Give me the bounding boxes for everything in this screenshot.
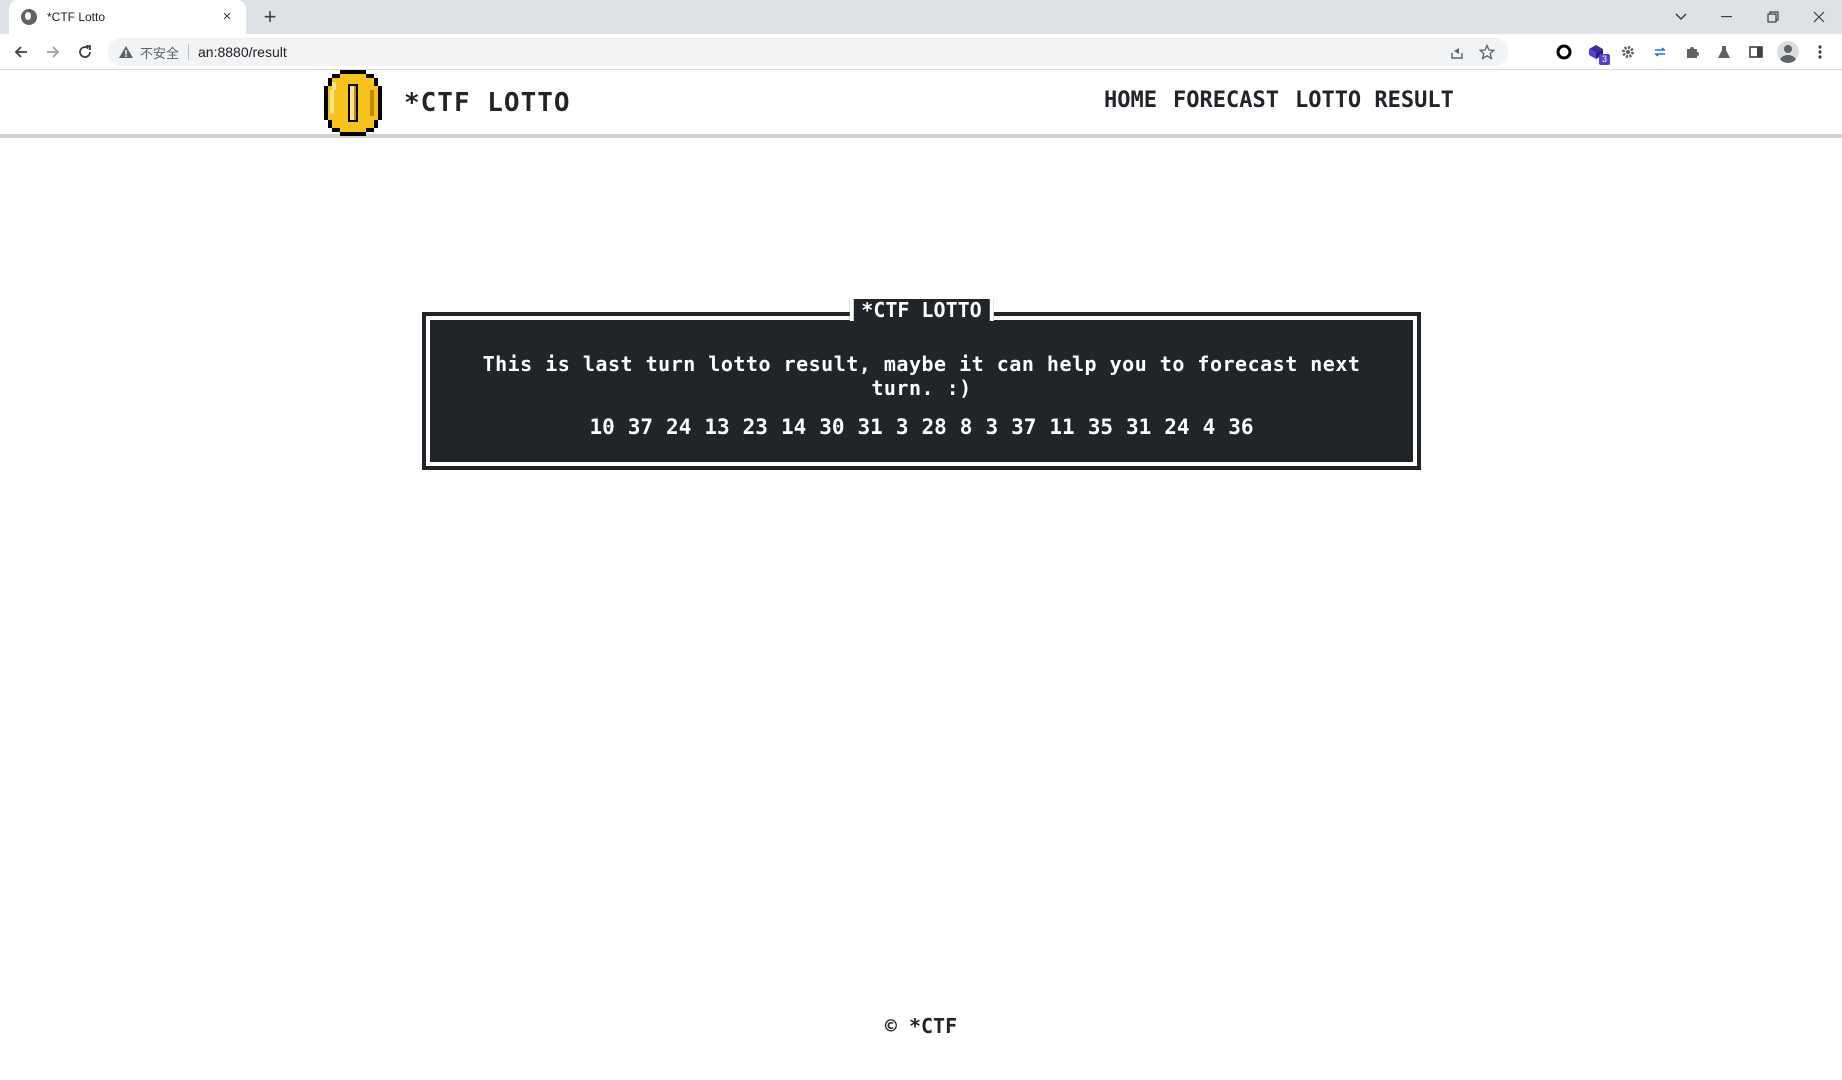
lotto-number: 4 bbox=[1202, 415, 1216, 439]
lotto-number: 31 bbox=[1125, 415, 1152, 439]
window-controls bbox=[1658, 0, 1842, 34]
lotto-number: 24 bbox=[666, 415, 692, 439]
coin-logo-icon[interactable] bbox=[322, 70, 384, 136]
lotto-result-inner: *CTF LOTTO This is last turn lotto resul… bbox=[430, 299, 1413, 462]
browser-toolbar: 不安全 an:8880/result 3 bbox=[0, 34, 1842, 70]
extension-badge: 3 bbox=[1599, 54, 1610, 65]
share-icon[interactable] bbox=[1442, 42, 1472, 62]
new-tab-button[interactable]: + bbox=[256, 4, 284, 30]
menu-kebab-icon[interactable] bbox=[1804, 38, 1836, 66]
extension-cube-icon[interactable]: 3 bbox=[1580, 38, 1612, 66]
browser-tab[interactable]: *CTF Lotto × bbox=[9, 0, 246, 34]
lotto-number: 37 bbox=[627, 415, 654, 439]
lotto-number: 28 bbox=[921, 415, 947, 439]
nav-link-lotto-result[interactable]: LOTTO RESULT bbox=[1295, 88, 1454, 113]
extension-gear-icon[interactable] bbox=[1612, 38, 1644, 66]
panel-title: *CTF LOTTO bbox=[849, 299, 994, 321]
lotto-number: 24 bbox=[1164, 415, 1190, 439]
tab-title: *CTF Lotto bbox=[47, 10, 106, 24]
side-panel-icon[interactable] bbox=[1740, 38, 1772, 66]
lotto-number: 35 bbox=[1087, 415, 1113, 439]
reload-icon[interactable] bbox=[71, 38, 99, 66]
extension-sync-icon[interactable] bbox=[1644, 38, 1676, 66]
security-label[interactable]: 不安全 bbox=[140, 43, 179, 62]
lotto-numbers: 10 37 24 13 23 14 30 31 3 28 8 3 37 11 35 31 24 4 36 bbox=[430, 415, 1413, 439]
lotto-number: 31 bbox=[857, 415, 883, 439]
labs-flask-icon[interactable] bbox=[1708, 38, 1740, 66]
site-header: *CTF LOTTO HOME FORECAST LOTTO RESULT bbox=[0, 70, 1842, 138]
tab-close-icon[interactable]: × bbox=[218, 8, 236, 26]
tab-search-icon[interactable] bbox=[1658, 0, 1704, 34]
avatar-icon bbox=[1777, 41, 1799, 63]
minimize-icon[interactable] bbox=[1704, 0, 1750, 34]
nav-link-home[interactable]: HOME bbox=[1104, 88, 1157, 113]
omnibox-actions bbox=[1442, 42, 1502, 62]
extensions-puzzle-icon[interactable] bbox=[1676, 38, 1708, 66]
lotto-number: 3 bbox=[985, 415, 999, 439]
result-message: This is last turn lotto result, maybe it… bbox=[482, 352, 1361, 400]
lotto-number: 14 bbox=[780, 415, 807, 439]
site-nav: HOME FORECAST LOTTO RESULT bbox=[1104, 88, 1454, 113]
nav-link-forecast[interactable]: FORECAST bbox=[1173, 88, 1279, 113]
lotto-result-panel: *CTF LOTTO This is last turn lotto resul… bbox=[422, 299, 1421, 470]
lotto-number: 8 bbox=[959, 415, 973, 439]
lotto-number: 3 bbox=[895, 415, 909, 439]
lotto-number: 11 bbox=[1049, 415, 1075, 439]
address-bar[interactable]: 不安全 an:8880/result bbox=[108, 38, 1508, 66]
restore-icon[interactable] bbox=[1750, 0, 1796, 34]
omnibox-divider bbox=[188, 44, 190, 60]
url-text[interactable]: an:8880/result bbox=[198, 44, 287, 60]
lotto-number: 37 bbox=[1011, 415, 1037, 439]
browser-tabstrip: *CTF Lotto × + bbox=[0, 0, 1842, 34]
globe-icon bbox=[21, 9, 37, 25]
extensions-area: 3 bbox=[1548, 38, 1836, 66]
bookmark-star-icon[interactable] bbox=[1472, 42, 1502, 62]
lotto-number: 30 bbox=[819, 415, 845, 439]
forward-arrow-icon[interactable] bbox=[39, 38, 67, 66]
back-arrow-icon[interactable] bbox=[7, 38, 35, 66]
lotto-number: 13 bbox=[704, 415, 730, 439]
lotto-number: 36 bbox=[1228, 415, 1254, 439]
site-footer: © *CTF bbox=[884, 1014, 958, 1038]
warning-icon[interactable] bbox=[118, 44, 134, 60]
profile-avatar-button[interactable] bbox=[1772, 38, 1804, 66]
site-brand[interactable]: *CTF LOTTO bbox=[404, 88, 571, 118]
extension-ring-icon[interactable] bbox=[1548, 38, 1580, 66]
close-window-icon[interactable] bbox=[1796, 0, 1842, 34]
lotto-number: 23 bbox=[742, 415, 768, 439]
lotto-number: 10 bbox=[589, 415, 615, 439]
